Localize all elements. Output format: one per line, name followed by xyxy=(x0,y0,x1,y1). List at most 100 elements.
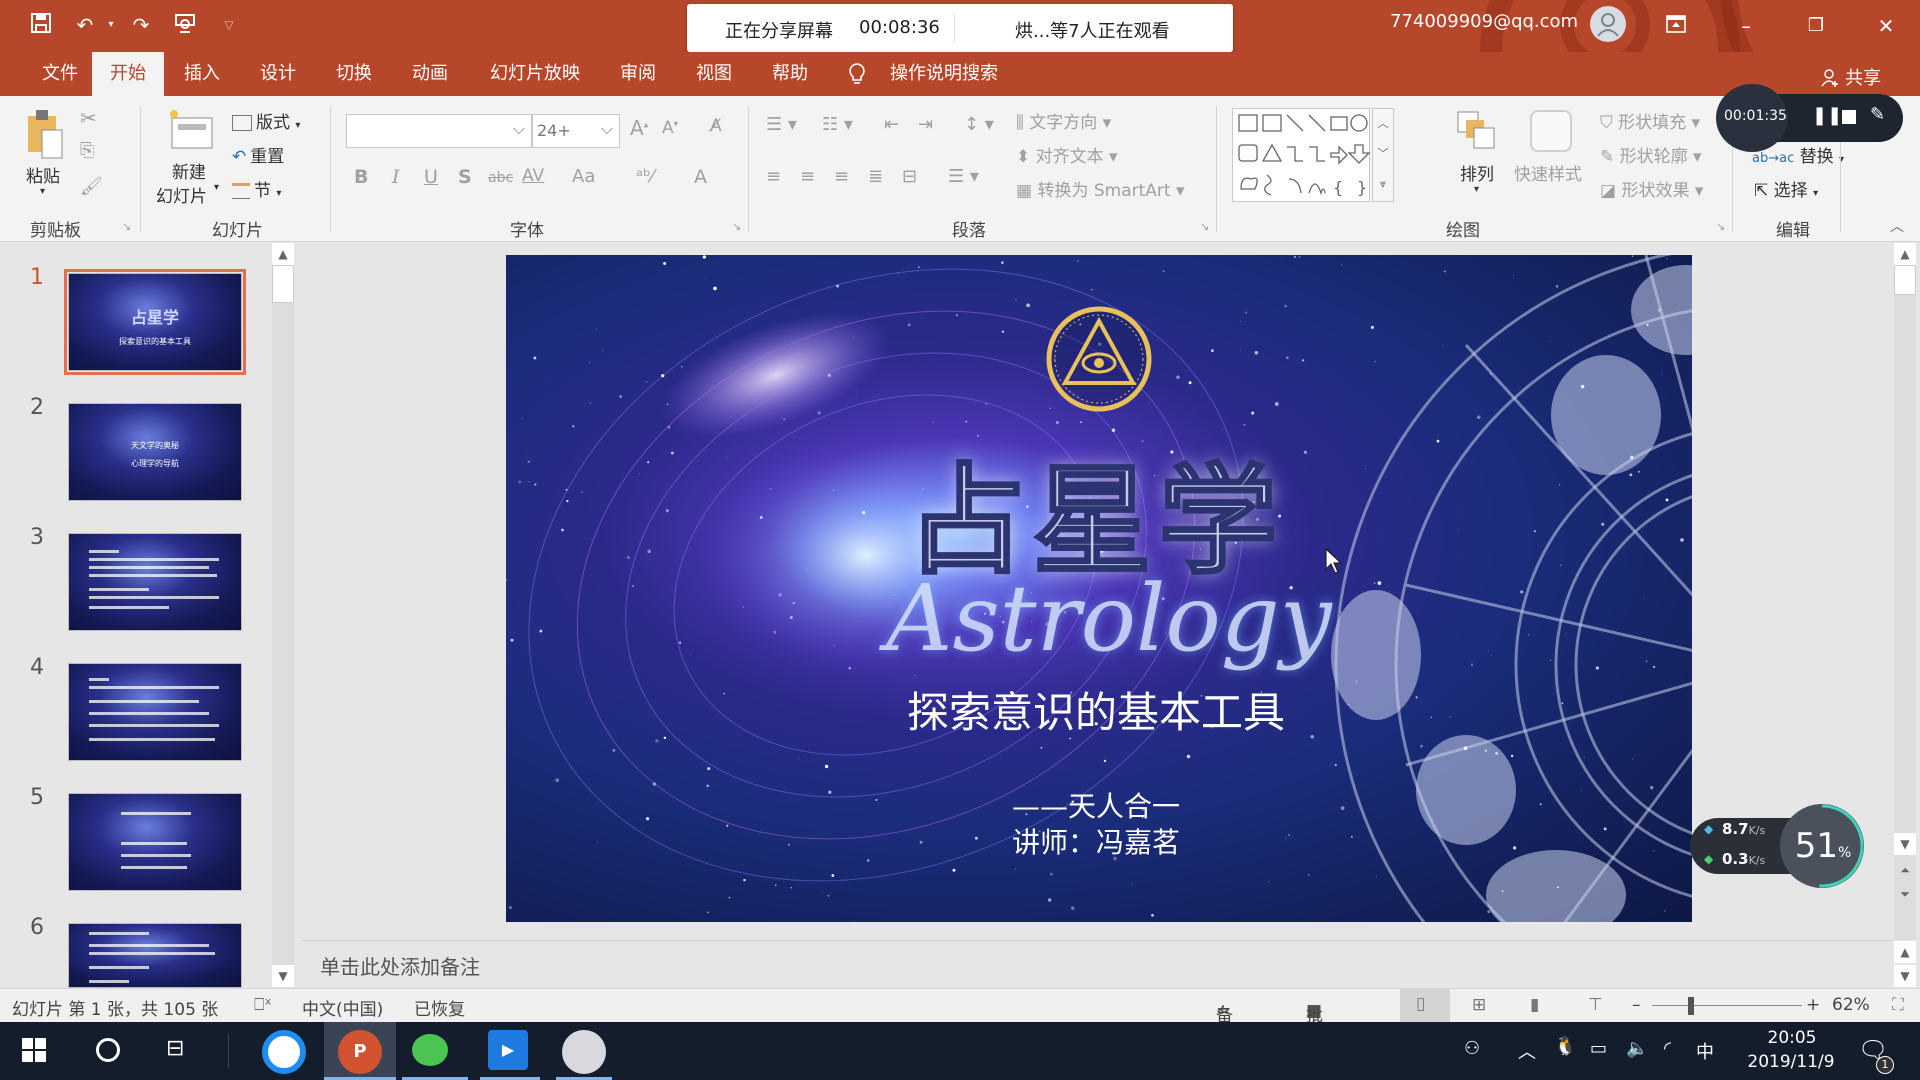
bold-button[interactable]: B xyxy=(354,166,368,188)
tab-home[interactable]: 开始 xyxy=(92,52,164,96)
share-viewers[interactable]: 烘...等7人正在观看 xyxy=(1015,17,1170,43)
highlight-icon[interactable]: ᵃᵇ⁄ xyxy=(636,166,654,187)
decrease-font-icon[interactable]: A▾ xyxy=(662,118,678,138)
network-monitor-widget[interactable]: ◆ 8.7K/s ◆ 0.3K/s 51% xyxy=(1690,800,1866,892)
slide-sorter-view-icon[interactable]: ⊞ xyxy=(1472,995,1486,1015)
stop-icon[interactable] xyxy=(1842,110,1856,124)
font-name-field[interactable]: ⌵ xyxy=(346,114,532,148)
strikethrough-button[interactable]: abc xyxy=(488,170,513,186)
tencent-meeting-icon[interactable]: ▶ xyxy=(488,1030,528,1070)
spellcheck-icon[interactable]: ⎕ˣ xyxy=(254,995,272,1015)
notes-placeholder[interactable]: 单击此处添加备注 xyxy=(320,951,480,980)
increase-indent-icon[interactable]: ⇥ xyxy=(918,114,933,135)
distributed-icon[interactable]: ⊟ xyxy=(902,166,917,187)
thumbnail-scrollbar[interactable]: ▲ ▼ xyxy=(272,243,294,988)
text-direction-button[interactable]: ⫼ 文字方向 ▾ xyxy=(1016,108,1111,133)
align-text-button[interactable]: ⬍ 对齐文本 ▾ xyxy=(1016,142,1118,167)
reading-view-icon[interactable]: ▮ xyxy=(1530,995,1539,1015)
character-spacing-button[interactable]: AV xyxy=(522,166,544,186)
zoom-slider-thumb[interactable] xyxy=(1688,997,1694,1015)
scroll-down-icon[interactable]: ▼ xyxy=(272,965,294,987)
line-spacing-icon[interactable]: ↕ ▾ xyxy=(964,114,994,135)
shape-fill-button[interactable]: ⛉ 形状填充 ▾ xyxy=(1600,108,1700,133)
underline-button[interactable]: U xyxy=(424,166,438,188)
decrease-indent-icon[interactable]: ⇤ xyxy=(884,114,899,135)
cut-icon[interactable]: ✂ xyxy=(80,106,97,130)
slide-canvas[interactable]: 占星学 Astrology 探索意识的基本工具 ——天人合一 讲师：冯嘉茗 xyxy=(506,255,1692,922)
shape-effects-button[interactable]: ◪ 形状效果 ▾ xyxy=(1600,176,1703,201)
convert-smartart-button[interactable]: ▦ 转换为 SmartArt ▾ xyxy=(1016,176,1185,201)
font-size-field[interactable]: 24+ ⌵ xyxy=(532,114,620,148)
next-slide-icon[interactable]: ⏷ xyxy=(1894,883,1916,905)
normal-view-button[interactable]: ▯ xyxy=(1400,989,1450,1023)
paste-dropdown-icon[interactable]: ▾ xyxy=(40,186,45,197)
tab-transitions[interactable]: 切换 xyxy=(324,52,384,96)
notes-pane[interactable]: 单击此处添加备注 ▲ ▼ xyxy=(302,940,1916,988)
volume-icon[interactable]: 🔈 xyxy=(1626,1038,1648,1059)
arrange-icon[interactable] xyxy=(1456,110,1496,150)
shapes-gallery-scroll[interactable]: ︿ ﹀ ⩔ xyxy=(1372,108,1394,202)
slide-thumbnail-1[interactable]: 占星学 探索意识的基本工具 xyxy=(64,269,246,375)
italic-button[interactable]: I xyxy=(392,166,400,188)
undo-dropdown-icon[interactable]: ▾ xyxy=(98,12,124,38)
zoom-in-button[interactable]: + xyxy=(1806,995,1820,1015)
collapse-ribbon-icon[interactable]: ︿ xyxy=(1890,216,1904,236)
paste-icon[interactable] xyxy=(24,108,68,160)
slide-subtitle[interactable]: 探索意识的基本工具 xyxy=(836,679,1356,740)
chevron-up-icon[interactable]: ︿ xyxy=(1373,109,1393,139)
save-icon[interactable] xyxy=(28,12,54,38)
tell-me-search[interactable]: 操作说明搜索 xyxy=(878,52,1010,96)
dialog-launcher-icon[interactable]: ↘ xyxy=(1716,220,1725,233)
account-email[interactable]: 774009909@qq.com xyxy=(1390,11,1578,32)
tab-view[interactable]: 视图 xyxy=(684,52,744,96)
new-slide-dropdown-icon[interactable]: ▾ xyxy=(214,182,219,193)
tab-animations[interactable]: 动画 xyxy=(400,52,460,96)
slide-thumbnail-6[interactable] xyxy=(68,923,242,988)
share-button[interactable]: 共享 xyxy=(1820,64,1881,92)
align-right-icon[interactable]: ≡ xyxy=(834,166,849,187)
tab-review[interactable]: 审阅 xyxy=(608,52,668,96)
bullets-icon[interactable]: ☰ ▾ xyxy=(766,114,797,135)
qq-browser-icon[interactable] xyxy=(262,1030,306,1074)
account-avatar[interactable] xyxy=(1590,6,1626,42)
scroll-up-icon[interactable]: ▲ xyxy=(1894,243,1916,265)
new-slide-label-1[interactable]: 新建 xyxy=(172,158,206,183)
notes-scroll-down-icon[interactable]: ▼ xyxy=(1894,965,1916,987)
qq-tray-icon[interactable]: 🐧 xyxy=(1554,1036,1576,1057)
slide-lecturer[interactable]: 讲师：冯嘉茗 xyxy=(836,821,1356,861)
customize-quick-access-icon[interactable]: ▽ xyxy=(216,12,242,38)
clock-date[interactable]: 2019/11/9 xyxy=(1736,1052,1846,1072)
scroll-up-icon[interactable]: ▲ xyxy=(272,243,294,265)
previous-slide-icon[interactable]: ⏶ xyxy=(1894,859,1916,881)
battery-icon[interactable]: ▭ xyxy=(1590,1038,1607,1059)
zoom-level[interactable]: 62% xyxy=(1832,995,1870,1015)
reset-button[interactable]: ↶ 重置 xyxy=(232,142,284,167)
ime-indicator[interactable]: 中 xyxy=(1696,1038,1714,1064)
ribbon-display-options-icon[interactable] xyxy=(1656,8,1696,44)
redo-icon[interactable]: ↷ xyxy=(128,12,154,38)
start-from-beginning-icon[interactable] xyxy=(172,12,198,38)
windows-start-icon[interactable] xyxy=(22,1038,46,1066)
chevron-down-icon[interactable]: ﹀ xyxy=(1373,139,1393,169)
new-slide-label-2[interactable]: 幻灯片 xyxy=(156,182,207,207)
wifi-icon[interactable]: ◜ xyxy=(1664,1038,1671,1059)
paste-button[interactable]: 粘贴 xyxy=(26,162,60,187)
justify-icon[interactable]: ≣ xyxy=(868,166,883,187)
tab-design[interactable]: 设计 xyxy=(248,52,308,96)
taskbar-item-powerpoint[interactable]: P xyxy=(324,1022,396,1080)
font-color-button[interactable]: A xyxy=(694,166,707,188)
arrange-dropdown-icon[interactable]: ▾ xyxy=(1474,184,1479,195)
shapes-gallery[interactable]: {} xyxy=(1232,108,1371,202)
slide-thumbnail-5[interactable] xyxy=(68,793,242,891)
people-icon[interactable]: ⚇ xyxy=(1464,1038,1480,1059)
copy-icon[interactable]: ⎘ xyxy=(80,140,94,161)
close-button[interactable]: ✕ xyxy=(1866,8,1906,44)
wechat-icon[interactable] xyxy=(412,1034,448,1066)
chevron-down-icon[interactable]: ⌵ xyxy=(513,119,525,139)
search-icon[interactable] xyxy=(96,1038,120,1062)
quick-styles-icon[interactable] xyxy=(1530,110,1572,152)
scroll-down-icon[interactable]: ▼ xyxy=(1894,833,1916,855)
clear-formatting-icon[interactable]: A̸ xyxy=(710,116,722,136)
show-hidden-icons[interactable]: ︿ xyxy=(1518,1038,1536,1064)
slide-thumbnail-3[interactable] xyxy=(68,533,242,631)
